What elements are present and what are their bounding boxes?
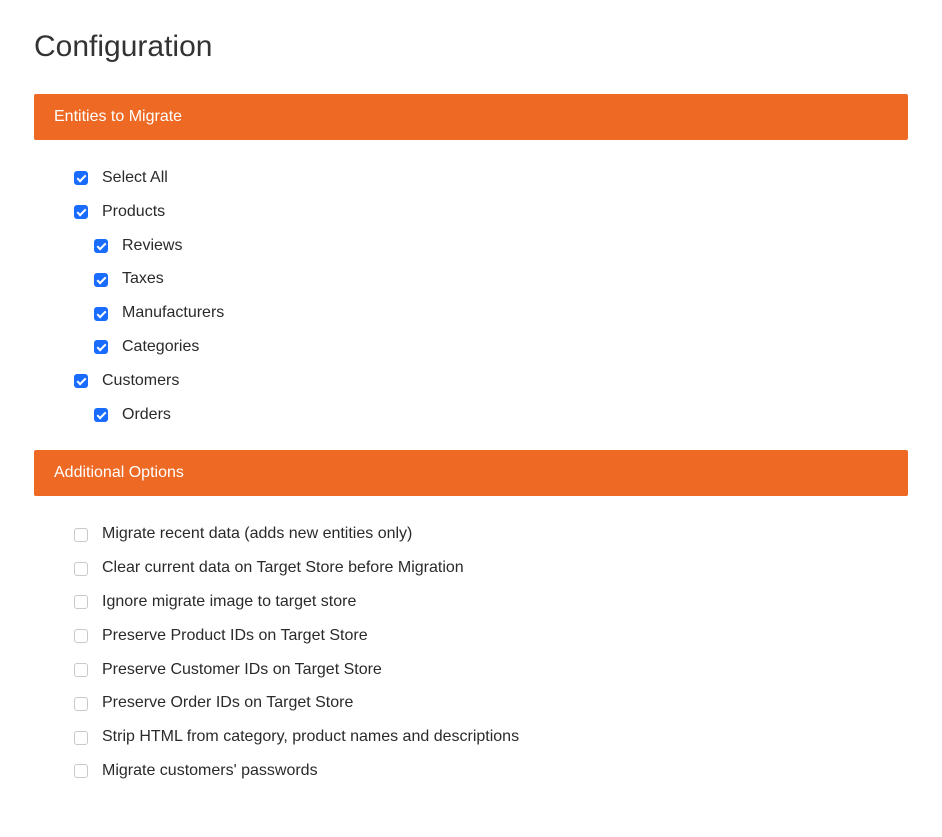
checkbox-manufacturers[interactable] — [94, 307, 108, 321]
checkbox-label: Migrate customers' passwords — [102, 761, 318, 782]
checkbox-row: Migrate customers' passwords — [74, 761, 868, 782]
checkbox-clear-data[interactable] — [74, 562, 88, 576]
checkbox-label: Manufacturers — [122, 303, 224, 324]
checkbox-row: Clear current data on Target Store befor… — [74, 558, 868, 579]
checkbox-label: Categories — [122, 337, 199, 358]
checkbox-label: Select All — [102, 168, 168, 189]
checkbox-row: Preserve Product IDs on Target Store — [74, 626, 868, 647]
panel-body-entities: Select All Products Reviews Taxes Manufa… — [34, 140, 908, 450]
panel-header-additional: Additional Options — [34, 450, 908, 496]
checkbox-row: Preserve Customer IDs on Target Store — [74, 660, 868, 681]
checkbox-row: Select All — [74, 168, 868, 189]
checkbox-orders[interactable] — [94, 408, 108, 422]
checkbox-taxes[interactable] — [94, 273, 108, 287]
page-title: Configuration — [34, 30, 908, 64]
checkbox-label: Taxes — [122, 269, 164, 290]
checkbox-row: Customers — [74, 371, 868, 392]
checkbox-label: Reviews — [122, 236, 182, 257]
checkbox-label: Strip HTML from category, product names … — [102, 727, 519, 748]
checkbox-row: Ignore migrate image to target store — [74, 592, 868, 613]
checkbox-reviews[interactable] — [94, 239, 108, 253]
checkbox-preserve-customer-ids[interactable] — [74, 663, 88, 677]
checkbox-row: Orders — [74, 405, 868, 426]
checkbox-select-all[interactable] — [74, 171, 88, 185]
checkbox-label: Clear current data on Target Store befor… — [102, 558, 464, 579]
checkbox-label: Products — [102, 202, 165, 223]
panel-body-additional: Migrate recent data (adds new entities o… — [34, 496, 908, 806]
checkbox-migrate-recent[interactable] — [74, 528, 88, 542]
checkbox-strip-html[interactable] — [74, 731, 88, 745]
checkbox-row: Products — [74, 202, 868, 223]
checkbox-row: Categories — [74, 337, 868, 358]
checkbox-row: Preserve Order IDs on Target Store — [74, 693, 868, 714]
checkbox-label: Orders — [122, 405, 171, 426]
panel-header-entities: Entities to Migrate — [34, 94, 908, 140]
checkbox-row: Taxes — [74, 269, 868, 290]
checkbox-row: Manufacturers — [74, 303, 868, 324]
checkbox-label: Preserve Order IDs on Target Store — [102, 693, 353, 714]
checkbox-migrate-passwords[interactable] — [74, 764, 88, 778]
checkbox-ignore-image[interactable] — [74, 595, 88, 609]
checkbox-row: Migrate recent data (adds new entities o… — [74, 524, 868, 545]
checkbox-label: Migrate recent data (adds new entities o… — [102, 524, 412, 545]
checkbox-label: Customers — [102, 371, 179, 392]
checkbox-categories[interactable] — [94, 340, 108, 354]
checkbox-label: Ignore migrate image to target store — [102, 592, 356, 613]
checkbox-customers[interactable] — [74, 374, 88, 388]
checkbox-row: Strip HTML from category, product names … — [74, 727, 868, 748]
checkbox-preserve-product-ids[interactable] — [74, 629, 88, 643]
checkbox-label: Preserve Product IDs on Target Store — [102, 626, 368, 647]
checkbox-preserve-order-ids[interactable] — [74, 697, 88, 711]
checkbox-products[interactable] — [74, 205, 88, 219]
checkbox-label: Preserve Customer IDs on Target Store — [102, 660, 382, 681]
checkbox-row: Reviews — [74, 236, 868, 257]
